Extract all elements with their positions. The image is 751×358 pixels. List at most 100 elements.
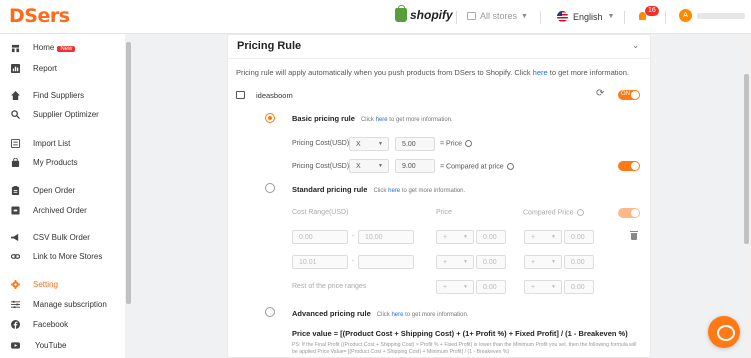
chevron-down-icon: ▼ [551,259,556,265]
store-icon [467,12,476,20]
compared-value-input[interactable]: 0.00 [564,255,594,269]
sidebar-item-label: Setting [33,279,58,289]
store-selector-label: All stores [480,11,518,21]
price-value-input[interactable]: 0.00 [476,230,506,244]
sidebar-item-facebook[interactable]: Facebook [0,315,124,333]
price-value-input[interactable]: 0.00 [476,280,506,294]
dsers-logo[interactable]: DSers [9,5,70,27]
price-value-input[interactable]: 0.00 [476,255,506,269]
basic-rule-radio[interactable] [265,113,275,123]
range-from-input[interactable]: 0.00 [292,230,348,244]
info-icon[interactable] [506,163,514,170]
standard-compared-toggle[interactable] [618,208,640,218]
search-icon [11,109,20,119]
scrollbar-thumb[interactable] [126,42,131,304]
language-selector[interactable]: English ▼ [557,11,614,22]
trash-icon[interactable] [630,231,638,240]
col-compared-price: Compared Price [523,209,584,216]
info-icon[interactable] [576,209,584,216]
rest-ranges-label: Rest of the price ranges [292,283,367,290]
standard-more-info-link[interactable]: here [388,188,400,194]
scrollbar-thumb[interactable] [744,74,749,244]
advanced-rule-radio[interactable] [265,307,275,317]
compared-value-input[interactable]: 0.00 [564,280,594,294]
sidebar-item-archived-order[interactable]: Archived Order [0,201,124,219]
facebook-icon [11,319,20,329]
sync-icon[interactable]: ⟳ [596,88,604,99]
sidebar-item-report[interactable]: Report [0,59,124,77]
sidebar-item-label: YouTube [35,340,67,350]
compared-op-select[interactable]: + ▼ [524,230,562,244]
avatar[interactable]: A [679,9,692,22]
price-op-select[interactable]: + ▼ [436,255,474,269]
sidebar-item-label: Facebook [33,319,69,329]
standard-rule-radio[interactable] [265,183,275,193]
compared-op-select[interactable]: + ▼ [524,280,562,294]
sidebar-item-link-stores[interactable]: Link to More Stores [0,247,124,265]
bag-icon [11,157,20,167]
notification-badge: 16 [645,6,659,16]
chevron-down-icon: ▼ [463,259,468,265]
sidebar-item-youtube[interactable]: YouTube [0,336,124,354]
store-selector[interactable]: All stores ▼ [467,11,528,21]
sidebar-item-label: Manage subscription [33,299,107,309]
advanced-rule-title: Advanced pricing rule Click here to get m… [292,309,469,318]
sidebar-item-import-list[interactable]: Import List [0,134,124,152]
range-to-input[interactable] [358,255,414,269]
sidebar-scrollbar[interactable] [125,34,132,358]
pricing-rule-card: Pricing Rule ⌄ Pricing rule will apply a… [227,34,652,358]
divider [540,11,541,24]
chevron-down-icon[interactable]: ⌄ [632,41,639,50]
store-name: ideasboom [256,91,293,100]
divider [456,11,457,24]
username-redacted[interactable] [697,13,745,19]
sidebar-item-supplier-optimizer[interactable]: Supplier Optimizer [0,105,124,123]
platform-label: shopify [410,8,453,22]
advanced-formula: Price value = [(Product Cost + Shipping … [292,329,628,338]
compared-value-input[interactable]: 0.00 [564,230,594,244]
new-badge: New [57,46,76,52]
home-icon [11,44,20,52]
sidebar-item-label: Import List [33,138,71,148]
price-op-select[interactable]: + ▼ [436,280,474,294]
range-dash: - [352,258,355,265]
clipboard-icon [11,185,20,195]
sidebar-item-label: Open Order [33,185,76,195]
divider [665,11,666,24]
sidebar-item-my-products[interactable]: My Products [0,153,124,171]
archive-icon [11,205,20,215]
chevron-down-icon: ▼ [551,234,556,240]
divider [624,11,625,24]
range-to-input[interactable]: 10.00 [358,230,414,244]
compared-multiplier-input[interactable]: 9.00 [395,159,435,173]
range-from-input[interactable]: 10.01 [292,255,348,269]
sidebar-item-open-order[interactable]: Open Order [0,181,124,199]
advanced-ps-note: PS: If the Final Profit ((Product Cost +… [292,342,637,355]
chart-icon [11,63,20,73]
col-cost-range: Cost Range(USD) [292,209,349,216]
sliders-icon [11,300,20,308]
price-op-select[interactable]: + ▼ [436,230,474,244]
sidebar-item-manage-subscription[interactable]: Manage subscription [0,295,124,313]
price-operator-select[interactable]: X ▼ [349,137,389,151]
price-multiplier-input[interactable]: 5.00 [395,137,435,151]
info-icon[interactable] [464,140,472,147]
compared-price-toggle[interactable] [618,161,640,171]
sidebar-item-find-suppliers[interactable]: Find Suppliers [0,86,124,104]
main-scrollbar[interactable] [742,34,751,358]
chevron-down-icon: ▼ [551,284,556,290]
more-info-link[interactable]: here [533,68,548,77]
sidebar-item-csv-bulk-order[interactable]: CSV Bulk Order [0,228,124,246]
store-pricing-toggle[interactable]: ON [618,90,640,100]
sidebar-item-home[interactable]: Home New [0,39,124,57]
chevron-down-icon: ▼ [463,234,468,240]
compared-operator-select[interactable]: X ▼ [349,159,389,173]
advanced-more-info-link[interactable]: here [391,312,403,318]
us-flag-icon [557,11,568,22]
chat-support-button[interactable] [708,316,740,348]
basic-more-info-link[interactable]: here [376,117,388,123]
compared-op-select[interactable]: + ▼ [524,255,562,269]
card-title: Pricing Rule [237,40,302,52]
chevron-down-icon: ▼ [378,163,383,169]
sidebar-item-setting[interactable]: Setting [0,275,124,293]
